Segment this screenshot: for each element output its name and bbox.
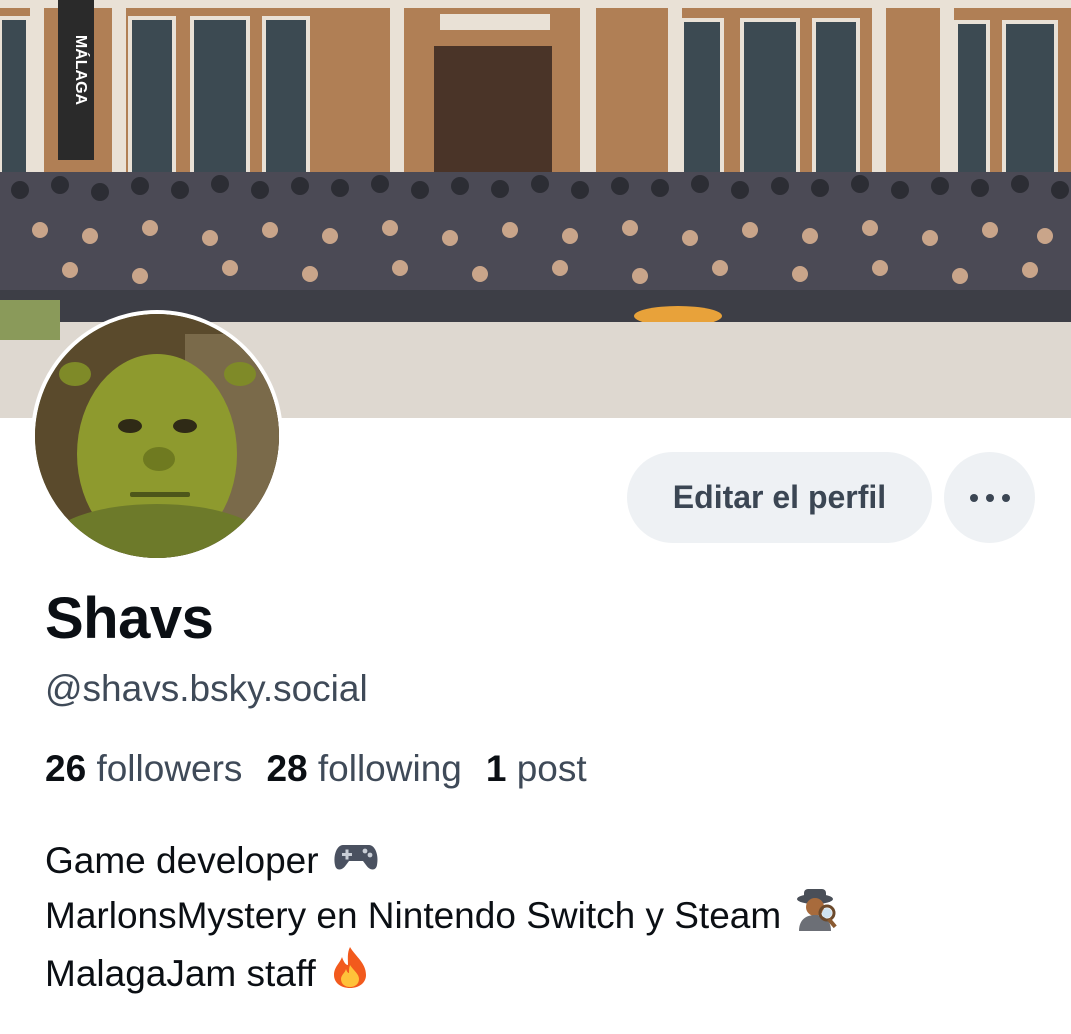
bio-line: MarlonsMystery en Nintendo Switch y Stea… xyxy=(45,887,841,945)
followers-label: followers xyxy=(96,748,243,789)
gamepad-icon xyxy=(333,835,379,887)
following-count: 28 xyxy=(266,748,308,789)
followers-link[interactable]: 26 followers xyxy=(45,748,242,789)
more-horizontal-icon xyxy=(969,493,978,502)
edit-profile-button[interactable]: Editar el perfil xyxy=(627,452,932,543)
following-link[interactable]: 28 following xyxy=(266,748,461,789)
avatar[interactable] xyxy=(31,310,283,562)
profile-stats: 26 followers 28 following 1 post xyxy=(45,748,587,790)
detective-icon xyxy=(795,887,841,945)
posts-label: post xyxy=(516,748,587,789)
bio-line: Game developer xyxy=(45,835,841,887)
bio-line-text: MarlonsMystery en Nintendo Switch y Stea… xyxy=(45,895,782,936)
avatar-image xyxy=(35,314,279,558)
more-options-button[interactable] xyxy=(944,452,1035,543)
following-label: following xyxy=(317,748,462,789)
profile-bio: Game developer MarlonsMystery en Nintend… xyxy=(45,835,841,1003)
more-dot xyxy=(985,493,994,502)
display-name: Shavs xyxy=(45,586,214,651)
bio-line: MalagaJam staff xyxy=(45,945,841,1003)
banner-sign: MÁLAGA xyxy=(72,35,91,106)
posts-link[interactable]: 1 post xyxy=(486,748,587,789)
posts-count: 1 xyxy=(485,748,507,789)
followers-count: 26 xyxy=(45,748,87,789)
fire-icon xyxy=(330,945,370,1003)
bio-line-text: MalagaJam staff xyxy=(45,953,316,994)
more-dot xyxy=(1001,493,1010,502)
bio-line-text: Game developer xyxy=(45,840,319,881)
profile-handle: @shavs.bsky.social xyxy=(45,668,368,709)
